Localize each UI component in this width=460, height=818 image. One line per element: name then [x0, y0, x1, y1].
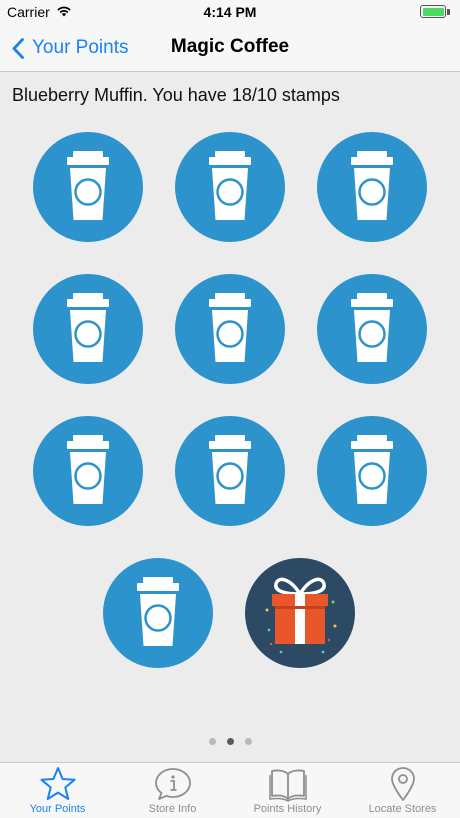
stamp-coffee-cup[interactable]: [317, 416, 427, 526]
book-icon: [268, 769, 307, 802]
stamp-coffee-cup[interactable]: [317, 132, 427, 242]
location-pin-icon: [390, 767, 415, 801]
stamp-coffee-cup[interactable]: [103, 558, 213, 668]
status-bar: Carrier 4:14 PM: [0, 0, 460, 24]
coffee-cup-icon: [209, 151, 251, 220]
gift-icon: [265, 577, 337, 654]
coffee-cup-icon: [351, 293, 393, 362]
page-dot[interactable]: [226, 738, 234, 745]
tab-label: Store Info: [148, 803, 197, 815]
navigation-bar: Your Points Magic Coffee: [0, 24, 460, 72]
page-dot[interactable]: [208, 738, 216, 745]
battery-icon: [420, 5, 446, 18]
stamp-coffee-cup[interactable]: [33, 132, 143, 242]
stamp-coffee-cup[interactable]: [33, 274, 143, 384]
tab-store-info[interactable]: Store Info: [115, 763, 230, 818]
battery-tip: [447, 9, 450, 15]
status-time: 4:14 PM: [203, 4, 257, 20]
tab-label: Your Points: [29, 803, 86, 815]
tab-locate-stores[interactable]: Locate Stores: [345, 763, 460, 818]
stamp-coffee-cup[interactable]: [175, 132, 285, 242]
stamp-coffee-cup[interactable]: [175, 416, 285, 526]
coffee-cup-icon: [351, 435, 393, 504]
stamp-card: Blueberry Muffin. You have 18/10 stamps: [0, 73, 460, 762]
page-dot[interactable]: [244, 738, 252, 745]
stamp-coffee-cup[interactable]: [175, 274, 285, 384]
tab-points-history[interactable]: Points History: [230, 763, 345, 818]
coffee-cup-icon: [137, 577, 179, 646]
reward-gift[interactable]: [245, 558, 355, 668]
tab-label: Locate Stores: [368, 803, 437, 815]
coffee-cup-icon: [209, 293, 251, 362]
tab-your-points[interactable]: Your Points: [0, 763, 115, 818]
coffee-cup-icon: [67, 151, 109, 220]
stamp-summary: Blueberry Muffin. You have 18/10 stamps: [12, 85, 340, 105]
page-title: Magic Coffee: [170, 36, 290, 57]
stamp-coffee-cup[interactable]: [33, 416, 143, 526]
coffee-cup-icon: [67, 293, 109, 362]
coffee-cup-icon: [351, 151, 393, 220]
coffee-cup-icon: [67, 435, 109, 504]
tab-label: Points History: [253, 803, 322, 815]
stamp-coffee-cup[interactable]: [317, 274, 427, 384]
star-icon: [40, 767, 75, 800]
page-control[interactable]: [0, 738, 460, 745]
tab-bar: Your Points Store Info Points History Lo…: [0, 762, 460, 818]
coffee-cup-icon: [209, 435, 251, 504]
info-icon: [154, 768, 191, 800]
